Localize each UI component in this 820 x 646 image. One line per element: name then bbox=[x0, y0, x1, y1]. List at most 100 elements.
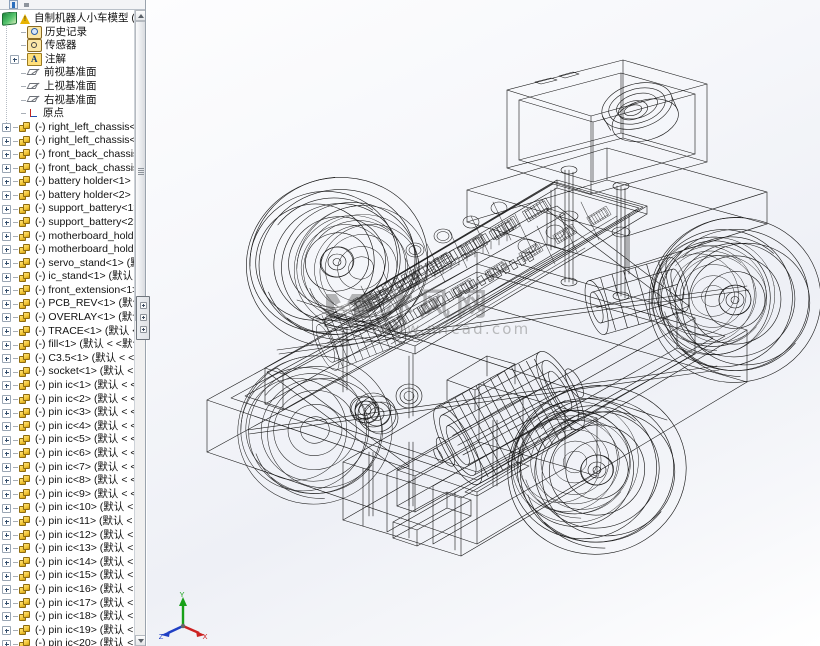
expand-plus-icon[interactable] bbox=[2, 422, 11, 432]
expand-plus-icon[interactable] bbox=[2, 585, 11, 595]
tree-tab-overflow-icon[interactable] bbox=[24, 3, 29, 7]
expand-plus-icon[interactable] bbox=[2, 326, 11, 336]
tree-item[interactable]: (-) battery holder<2> ( bbox=[0, 189, 145, 203]
expand-plus-icon[interactable] bbox=[2, 639, 11, 646]
expand-plus-icon[interactable] bbox=[2, 218, 11, 228]
tree-item[interactable]: 右视基准面 bbox=[0, 94, 145, 108]
tree-item[interactable]: (-) pin ic<6> (默认 < <默 bbox=[0, 447, 145, 461]
tree-item[interactable]: (-) support_battery<2> bbox=[0, 216, 145, 230]
expand-plus-icon[interactable] bbox=[2, 150, 11, 160]
expand-plus-icon[interactable] bbox=[2, 177, 11, 187]
scrollbar-thumb[interactable] bbox=[135, 21, 145, 321]
tree-item[interactable]: (-) pin ic<11> (默认 < < bbox=[0, 515, 145, 529]
tree-item[interactable]: (-) support_battery<1> bbox=[0, 202, 145, 216]
tree-item[interactable]: (-) OVERLAY<1> (默认 < bbox=[0, 311, 145, 325]
tree-item[interactable]: (-) pin ic<15> (默认 < < bbox=[0, 569, 145, 583]
tree-item[interactable]: (-) pin ic<18> (默认 < < bbox=[0, 610, 145, 624]
tree-item[interactable]: 原点 bbox=[0, 107, 145, 121]
3d-model-viewport[interactable]: 沐风网 www.mfcad.com Y X Z bbox=[147, 0, 820, 646]
scroll-up-arrow-icon[interactable] bbox=[135, 10, 145, 21]
splitter-expand-icon-2[interactable] bbox=[140, 314, 147, 321]
expand-plus-icon[interactable] bbox=[2, 299, 11, 309]
tree-item[interactable]: (-) right_left_chassis<2 bbox=[0, 134, 145, 148]
axis-z-label: Z bbox=[159, 632, 164, 640]
tree-item[interactable]: (-) pin ic<19> (默认 < < bbox=[0, 624, 145, 638]
expand-plus-icon[interactable] bbox=[2, 612, 11, 622]
tree-item[interactable]: (-) pin ic<14> (默认 < < bbox=[0, 556, 145, 570]
expand-plus-icon[interactable] bbox=[2, 408, 11, 418]
tree-item[interactable]: (-) pin ic<16> (默认 < < bbox=[0, 583, 145, 597]
expand-plus-icon[interactable] bbox=[2, 571, 11, 581]
expand-plus-icon[interactable] bbox=[2, 258, 11, 268]
expand-plus-icon[interactable] bbox=[2, 340, 11, 350]
panel-splitter-handle[interactable] bbox=[136, 296, 150, 340]
tree-root-item[interactable]: 自制机器人小车模型 (默 bbox=[0, 12, 145, 26]
tree-item[interactable]: (-) pin ic<10> (默认 < < bbox=[0, 501, 145, 515]
tree-item[interactable]: (-) servo_stand<1> (默 bbox=[0, 257, 145, 271]
feature-tree-scroll-area[interactable]: 自制机器人小车模型 (默 历史记录传感器注解前视基准面上视基准面右视基准面原点(… bbox=[0, 10, 145, 646]
tree-item[interactable]: (-) C3.5<1> (默认 < <默 bbox=[0, 352, 145, 366]
expand-plus-icon[interactable] bbox=[2, 598, 11, 608]
tree-item[interactable]: 前视基准面 bbox=[0, 66, 145, 80]
expand-plus-icon[interactable] bbox=[2, 163, 11, 173]
expand-plus-icon[interactable] bbox=[2, 231, 11, 241]
expand-plus-icon[interactable] bbox=[2, 191, 11, 201]
expand-plus-icon[interactable] bbox=[2, 354, 11, 364]
expand-plus-icon[interactable] bbox=[2, 476, 11, 486]
tree-item[interactable]: (-) pin ic<13> (默认 < < bbox=[0, 542, 145, 556]
tree-item[interactable]: (-) PCB_REV<1> (默认 < bbox=[0, 297, 145, 311]
tree-item[interactable]: (-) pin ic<4> (默认 < <默 bbox=[0, 420, 145, 434]
expand-plus-icon[interactable] bbox=[2, 530, 11, 540]
tree-item[interactable]: (-) fill<1> (默认 < <默认 bbox=[0, 338, 145, 352]
tree-item[interactable]: 注解 bbox=[0, 53, 145, 67]
expand-plus-icon[interactable] bbox=[2, 123, 11, 133]
splitter-expand-icon-1[interactable] bbox=[140, 302, 147, 309]
expand-plus-icon[interactable] bbox=[2, 435, 11, 445]
expand-plus-icon[interactable] bbox=[2, 381, 11, 391]
expand-plus-icon[interactable] bbox=[2, 136, 11, 146]
tree-item[interactable]: (-) front_back_chassis< bbox=[0, 162, 145, 176]
expand-plus-icon[interactable] bbox=[2, 286, 11, 296]
scroll-down-arrow-icon[interactable] bbox=[135, 635, 145, 646]
tree-item[interactable]: 历史记录 bbox=[0, 26, 145, 40]
expand-plus-icon[interactable] bbox=[2, 245, 11, 255]
expand-plus-icon[interactable] bbox=[2, 204, 11, 214]
expand-plus-icon[interactable] bbox=[2, 558, 11, 568]
expand-plus-icon[interactable] bbox=[2, 449, 11, 459]
expand-plus-icon[interactable] bbox=[2, 272, 11, 282]
tree-item[interactable]: (-) pin ic<17> (默认 < < bbox=[0, 597, 145, 611]
feature-manager-tab-icon[interactable] bbox=[9, 0, 18, 9]
tree-item[interactable]: 上视基准面 bbox=[0, 80, 145, 94]
tree-item[interactable]: (-) pin ic<1> (默认 < <默 bbox=[0, 379, 145, 393]
tree-item[interactable]: (-) socket<1> (默认 < < bbox=[0, 365, 145, 379]
tree-item[interactable]: (-) pin ic<3> (默认 < <默 bbox=[0, 406, 145, 420]
tree-item[interactable]: (-) pin ic<8> (默认 < <默 bbox=[0, 474, 145, 488]
tree-item[interactable]: (-) battery holder<1> ( bbox=[0, 175, 145, 189]
tree-item[interactable]: (-) pin ic<12> (默认 < < bbox=[0, 529, 145, 543]
tree-item[interactable]: 传感器 bbox=[0, 39, 145, 53]
tree-item[interactable]: (-) pin ic<9> (默认 < <默 bbox=[0, 488, 145, 502]
tree-item[interactable]: (-) pin ic<2> (默认 < <默 bbox=[0, 393, 145, 407]
tree-item[interactable]: (-) ic_stand<1> (默认 < bbox=[0, 270, 145, 284]
expand-plus-icon[interactable] bbox=[2, 367, 11, 377]
tree-item[interactable]: (-) motherboard_holde bbox=[0, 230, 145, 244]
tree-item[interactable]: (-) motherboard_holde bbox=[0, 243, 145, 257]
expand-plus-icon[interactable] bbox=[2, 503, 11, 513]
expand-plus-icon[interactable] bbox=[2, 517, 11, 527]
tree-item[interactable]: (-) pin ic<5> (默认 < <默 bbox=[0, 433, 145, 447]
expand-plus-icon[interactable] bbox=[2, 626, 11, 636]
expand-plus-icon[interactable] bbox=[10, 55, 19, 65]
tree-item[interactable]: (-) front_extension<1> bbox=[0, 284, 145, 298]
expand-plus-icon[interactable] bbox=[2, 544, 11, 554]
tree-item[interactable]: (-) pin ic<20> (默认 < < bbox=[0, 637, 145, 646]
tree-item[interactable]: (-) TRACE<1> (默认 < < bbox=[0, 325, 145, 339]
tree-item[interactable]: (-) front_back_chassis< bbox=[0, 148, 145, 162]
tree-item[interactable]: (-) pin ic<7> (默认 < <默 bbox=[0, 461, 145, 475]
tree-panel-tabstrip[interactable] bbox=[0, 0, 145, 10]
tree-item[interactable]: (-) right_left_chassis<1 bbox=[0, 121, 145, 135]
expand-plus-icon[interactable] bbox=[2, 462, 11, 472]
expand-plus-icon[interactable] bbox=[2, 313, 11, 323]
expand-plus-icon[interactable] bbox=[2, 490, 11, 500]
expand-plus-icon[interactable] bbox=[2, 394, 11, 404]
splitter-expand-icon-3[interactable] bbox=[140, 326, 147, 333]
